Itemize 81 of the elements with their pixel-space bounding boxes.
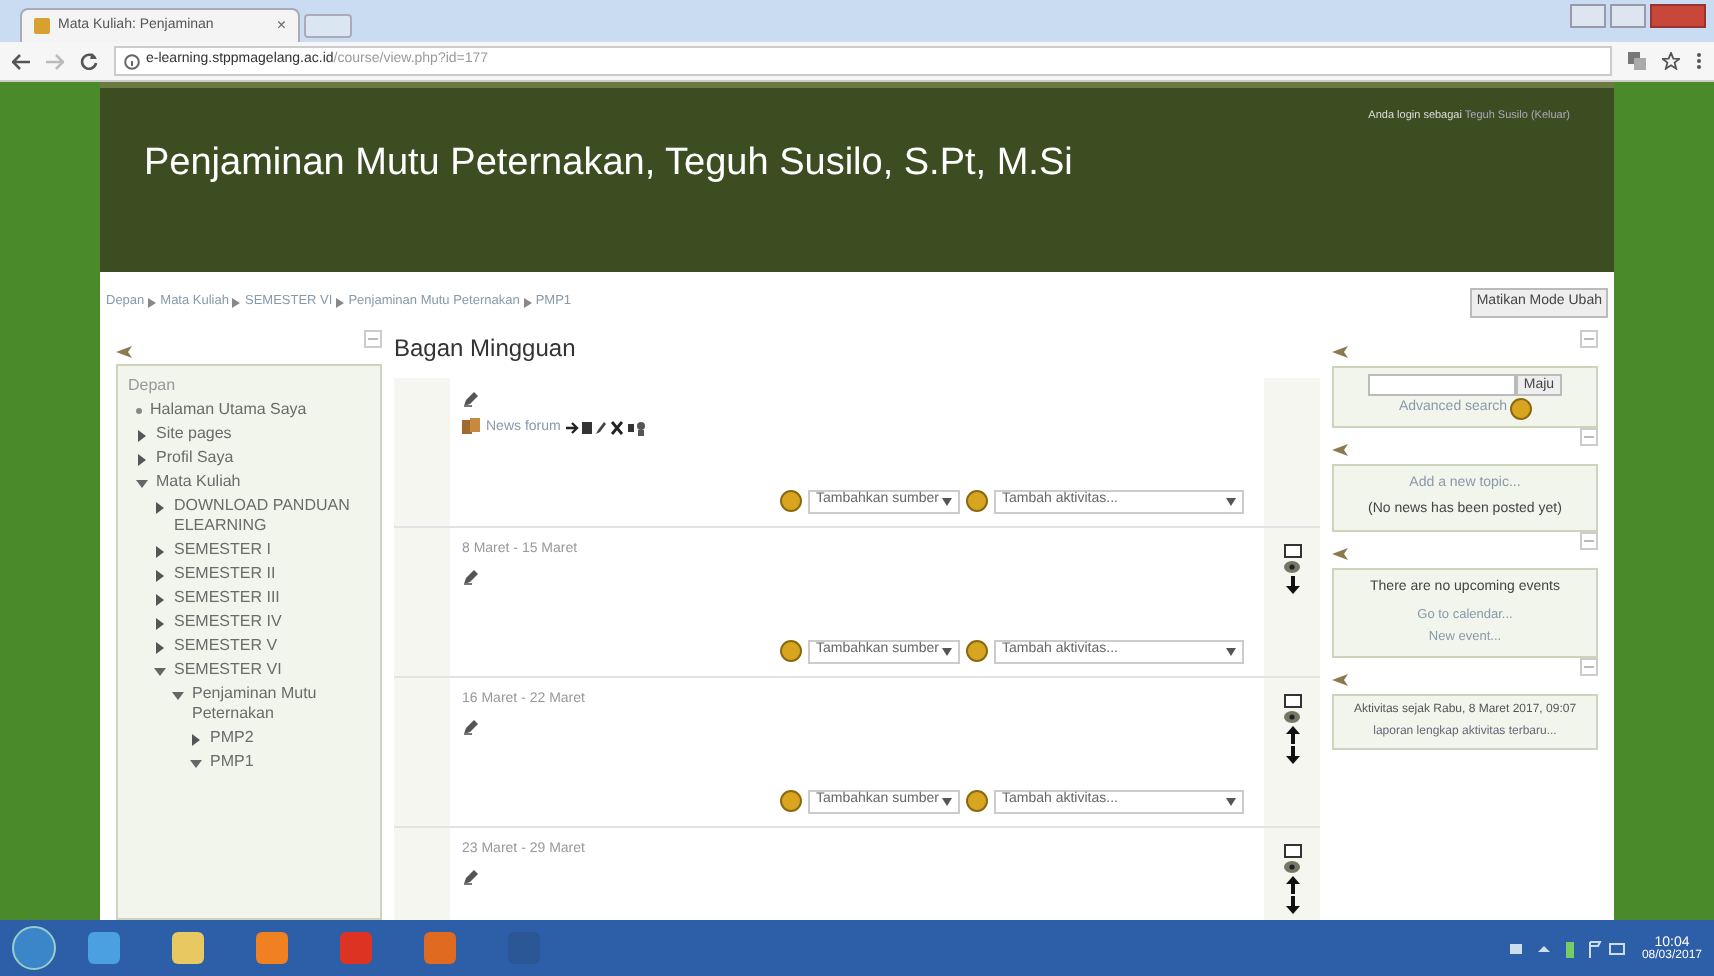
move-block-icon[interactable]	[1332, 443, 1348, 455]
move-block-icon[interactable]	[1332, 345, 1348, 357]
search-field[interactable]	[1367, 373, 1516, 395]
expanded-arrow-icon[interactable]	[154, 665, 166, 677]
eye-icon[interactable]	[1284, 859, 1300, 873]
down-arrow-icon[interactable]	[1285, 575, 1299, 593]
start-button[interactable]	[12, 926, 56, 970]
move-block-icon[interactable]	[1332, 547, 1348, 559]
translate-icon[interactable]	[1628, 52, 1646, 70]
help-icon[interactable]	[966, 640, 988, 662]
move-block-icon[interactable]	[116, 345, 132, 357]
down-arrow-icon[interactable]	[1285, 895, 1299, 913]
tab-favicon-icon	[34, 18, 50, 34]
help-icon[interactable]	[966, 790, 988, 812]
nav-link[interactable]: DOWNLOAD PANDUAN ELEARNING	[174, 495, 370, 535]
back-arrow-icon[interactable]	[12, 53, 30, 69]
help-icon[interactable]	[780, 790, 802, 812]
dropdown-arrow-icon	[942, 797, 952, 805]
nav-link[interactable]: SEMESTER VI	[174, 659, 282, 679]
down-arrow-icon[interactable]	[1285, 745, 1299, 763]
dropdown-arrow-icon	[1226, 647, 1236, 655]
eye-icon[interactable]	[1284, 709, 1300, 723]
collapsed-arrow-icon[interactable]	[136, 429, 148, 441]
nav-link[interactable]: PMP1	[210, 751, 254, 771]
expanded-arrow-icon[interactable]	[190, 757, 202, 769]
highlight-square-icon[interactable]	[1283, 693, 1301, 707]
nav-link[interactable]: Depan	[128, 375, 176, 395]
reload-icon[interactable]	[80, 52, 98, 70]
edit-pencil-icon[interactable]	[462, 718, 480, 736]
star-icon[interactable]	[1662, 52, 1680, 70]
collapsed-arrow-icon[interactable]	[154, 641, 166, 653]
expanded-arrow-icon[interactable]	[172, 689, 184, 701]
collapsed-arrow-icon[interactable]	[154, 569, 166, 581]
nav-link[interactable]: SEMESTER III	[174, 587, 280, 607]
nav-link[interactable]: Mata Kuliah	[156, 471, 241, 491]
highlight-square-icon[interactable]	[1283, 843, 1301, 857]
help-icon[interactable]	[1509, 397, 1532, 419]
collapsed-arrow-icon[interactable]	[154, 545, 166, 557]
nav-link[interactable]: SEMESTER II	[174, 563, 276, 583]
collapsed-arrow-icon[interactable]	[154, 617, 166, 629]
collapsed-arrow-icon[interactable]	[154, 501, 166, 513]
nav-link[interactable]: SEMESTER IV	[174, 611, 282, 631]
help-icon[interactable]	[780, 490, 802, 512]
section-heading: Bagan Mingguan	[394, 331, 578, 365]
collapsed-arrow-icon[interactable]	[190, 733, 202, 745]
nav-link[interactable]: Halaman Utama Saya	[150, 399, 307, 419]
eye-icon[interactable]	[1284, 559, 1300, 573]
edit-pencil-icon[interactable]	[462, 868, 480, 886]
info-icon	[124, 53, 140, 69]
nav-link[interactable]: PMP2	[210, 727, 254, 747]
collapsed-arrow-icon[interactable]	[136, 453, 148, 465]
bullet-icon	[136, 407, 142, 413]
dropdown-arrow-icon	[1226, 797, 1236, 805]
dropdown-arrow-icon	[942, 647, 952, 655]
breadcrumb-separator-icon	[232, 297, 241, 308]
breadcrumb-separator-icon	[336, 297, 345, 308]
course-title: Penjaminan Mutu Peternakan, Teguh Susilo, S.Pt, M.Si	[144, 140, 1073, 188]
highlight-square-icon[interactable]	[1283, 543, 1301, 557]
expanded-arrow-icon[interactable]	[136, 477, 148, 489]
nav-link[interactable]: SEMESTER V	[174, 635, 278, 655]
up-arrow-icon[interactable]	[1285, 725, 1299, 743]
collapsed-arrow-icon[interactable]	[154, 593, 166, 605]
help-icon[interactable]	[966, 490, 988, 512]
dropdown-arrow-icon	[1226, 497, 1236, 505]
nav-link[interactable]: Site pages	[156, 423, 232, 443]
tab-close-button[interactable]: ×	[276, 14, 286, 38]
breadcrumb-separator-icon	[523, 297, 532, 308]
edit-pencil-icon[interactable]	[462, 568, 480, 586]
menu-icon[interactable]	[1696, 52, 1702, 70]
activity-edit-icons[interactable]	[566, 419, 647, 436]
edit-pencil-icon[interactable]	[462, 389, 480, 407]
nav-link[interactable]: Profil Saya	[156, 447, 234, 467]
system-tray-icons[interactable]	[1509, 939, 1630, 957]
nav-link[interactable]: Penjaminan Mutu Peternakan	[192, 683, 370, 723]
forum-icon	[462, 418, 480, 437]
breadcrumb-separator-icon	[148, 297, 157, 308]
up-arrow-icon[interactable]	[1285, 875, 1299, 893]
help-icon[interactable]	[780, 640, 802, 662]
dropdown-arrow-icon	[942, 497, 952, 505]
move-block-icon[interactable]	[1332, 673, 1348, 685]
nav-link[interactable]: SEMESTER I	[174, 539, 271, 559]
